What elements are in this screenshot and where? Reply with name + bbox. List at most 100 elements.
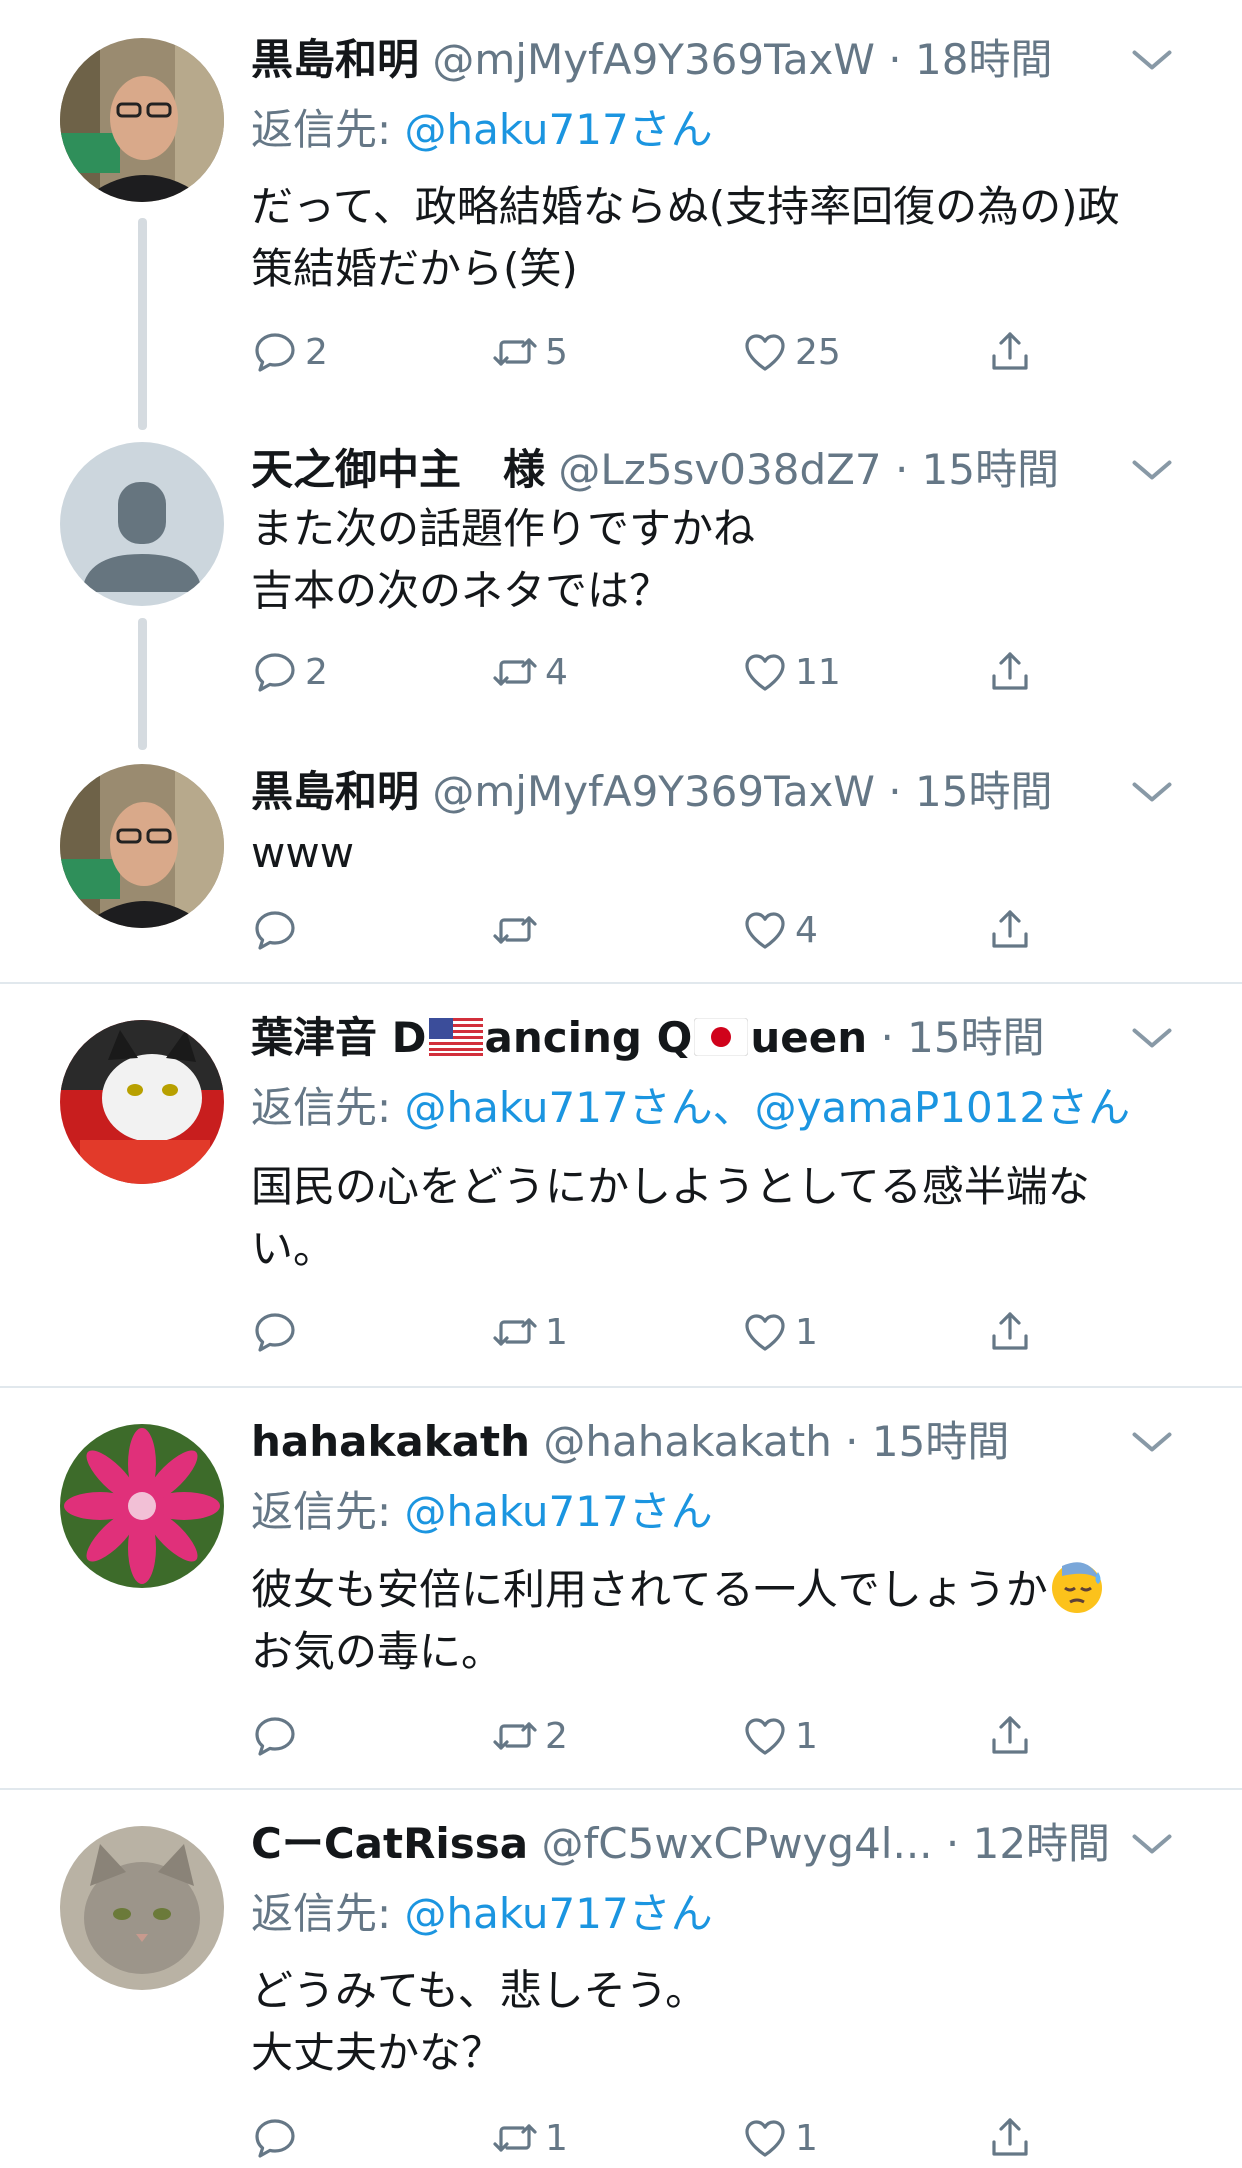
share-button[interactable] [986, 642, 1034, 702]
reply-button[interactable] [251, 1302, 305, 1362]
timestamp[interactable]: 12時間 [973, 1819, 1110, 1868]
avatar-image [60, 1020, 224, 1184]
tweet-6[interactable]: CーCatRissa @fC5wxCPwyg4l... · 12時間 返信先: … [0, 1790, 1242, 2159]
like-button[interactable]: 1 [741, 2108, 818, 2168]
avatar-kuroshima[interactable] [60, 764, 224, 928]
retweet-icon [491, 1712, 539, 1760]
timestamp[interactable]: 15時間 [907, 1013, 1044, 1062]
reply-to-link[interactable]: @haku717さん [405, 1889, 713, 1938]
share-button[interactable] [986, 900, 1034, 960]
reply-to-prefix: 返信先: [251, 1889, 405, 1938]
default-profile-icon [60, 442, 224, 606]
retweet-button[interactable]: 5 [491, 322, 568, 382]
display-name[interactable]: 黒島和明 [251, 35, 419, 84]
like-button[interactable]: 1 [741, 1302, 818, 1362]
chevron-down-icon[interactable] [1122, 30, 1182, 90]
avatar-flower[interactable] [60, 1424, 224, 1588]
reply-to-link[interactable]: @haku717さん [405, 1487, 713, 1536]
avatar-cat-grey[interactable] [60, 1826, 224, 1990]
like-button[interactable]: 11 [741, 642, 841, 702]
tweet-actions: 2 4 11 [251, 642, 1151, 702]
heart-icon [741, 1712, 789, 1760]
tweet-5[interactable]: hahakakath @hahakakath · 15時間 返信先: @haku… [0, 1388, 1242, 1788]
tweet-text: どうみても、悲しそう。 大丈夫かな？ [251, 1966, 708, 2077]
tweet-1[interactable]: 黒島和明 @mjMyfA9Y369TaxW · 18時間 返信先: @haku7… [0, 0, 1242, 430]
timestamp[interactable]: 15時間 [915, 767, 1052, 816]
display-name-part: ueen [750, 1013, 868, 1062]
reply-to: 返信先: @haku717さん [251, 1482, 713, 1542]
chevron-down-icon[interactable] [1122, 1814, 1182, 1874]
share-button[interactable] [986, 322, 1034, 382]
retweet-button[interactable]: 1 [491, 2108, 568, 2168]
user-handle[interactable]: @mjMyfA9Y369TaxW [432, 35, 875, 84]
tweet-header: 黒島和明 @mjMyfA9Y369TaxW · 18時間 [251, 30, 1182, 90]
share-icon [986, 1712, 1034, 1760]
heart-icon [741, 1308, 789, 1356]
display-name-part: 葉津音 D [251, 1013, 427, 1062]
timestamp[interactable]: 15時間 [872, 1417, 1009, 1466]
separator-dot: · [932, 1819, 973, 1868]
reply-button[interactable]: 2 [251, 642, 328, 702]
reply-button[interactable] [251, 900, 305, 960]
reply-to-link[interactable]: @haku717さん、@yamaP1012さん [405, 1083, 1131, 1132]
retweet-button[interactable]: 1 [491, 1302, 568, 1362]
chevron-down-icon[interactable] [1122, 1412, 1182, 1472]
display-name[interactable]: CーCatRissa [251, 1819, 528, 1868]
retweet-count: 1 [545, 2117, 568, 2159]
reply-button[interactable]: 2 [251, 322, 328, 382]
tweet-3[interactable]: 黒島和明 @mjMyfA9Y369TaxW · 15時間 www 4 [0, 750, 1242, 982]
chevron-down-icon[interactable] [1122, 762, 1182, 822]
like-button[interactable]: 25 [741, 322, 841, 382]
display-name[interactable]: 黒島和明 [251, 767, 419, 816]
display-name[interactable]: hahakakath [251, 1417, 530, 1466]
avatar-default[interactable] [60, 442, 224, 606]
avatar-kuroshima[interactable] [60, 38, 224, 202]
share-button[interactable] [986, 1706, 1034, 1766]
separator-dot: · [867, 1013, 908, 1062]
separator-dot: · [874, 767, 915, 816]
retweet-button[interactable]: 4 [491, 642, 568, 702]
tweet-header: hahakakath @hahakakath · 15時間 [251, 1412, 1182, 1472]
user-handle[interactable]: @hahakakath [543, 1417, 831, 1466]
tweet-2[interactable]: 天之御中主 様 @Lz5sv038dZ7 · 15時間 また次の話題作りですかね… [0, 430, 1242, 750]
retweet-icon [491, 328, 539, 376]
tweet-actions: 1 1 [251, 2108, 1151, 2168]
chevron-down-icon[interactable] [1122, 1008, 1182, 1068]
reply-button[interactable] [251, 1706, 305, 1766]
retweet-button[interactable]: 2 [491, 1706, 568, 1766]
share-button[interactable] [986, 1302, 1034, 1362]
chevron-down-icon[interactable] [1122, 440, 1182, 500]
avatar-image [60, 1826, 224, 1990]
tweet-actions: 2 1 [251, 1706, 1151, 1766]
tweet-header: 黒島和明 @mjMyfA9Y369TaxW · 15時間 [251, 762, 1182, 822]
share-icon [986, 1308, 1034, 1356]
reply-to-prefix: 返信先: [251, 105, 405, 154]
timestamp[interactable]: 18時間 [915, 35, 1052, 84]
retweet-icon [491, 2114, 539, 2162]
tweet-text: だって、政略結婚ならぬ(支持率回復の為の)政 策結婚だから(笑) [251, 182, 1120, 293]
user-handle[interactable]: @mjMyfA9Y369TaxW [432, 767, 875, 816]
share-button[interactable] [986, 2108, 1034, 2168]
like-button[interactable]: 1 [741, 1706, 818, 1766]
reply-to-link[interactable]: @haku717さん [405, 105, 713, 154]
us-flag-icon [428, 1018, 483, 1056]
user-handle[interactable]: @Lz5sv038dZ7 [558, 445, 881, 494]
reply-icon [251, 328, 299, 376]
heart-icon [741, 328, 789, 376]
avatar-image [60, 38, 224, 202]
retweet-button[interactable] [491, 900, 545, 960]
retweet-count: 1 [545, 1311, 568, 1353]
reply-button[interactable] [251, 2108, 305, 2168]
avatar-cat-red[interactable] [60, 1020, 224, 1184]
like-count: 4 [795, 909, 818, 951]
like-button[interactable]: 4 [741, 900, 818, 960]
display-name[interactable]: 天之御中主 様 [251, 445, 545, 494]
retweet-count: 2 [545, 1715, 568, 1757]
tweet-4[interactable]: 葉津音 D ancing Q ueen · 15時間 返信先: @haku717さん… [0, 984, 1242, 1386]
tweet-text: 彼女も安倍に利用されてる一人でしょうか お気の毒に。 [251, 1558, 1191, 1683]
reply-count: 2 [305, 331, 328, 373]
timestamp[interactable]: 15時間 [922, 445, 1059, 494]
retweet-icon [491, 1308, 539, 1356]
display-name[interactable]: 葉津音 D ancing Q ueen [251, 1013, 867, 1062]
user-handle[interactable]: @fC5wxCPwyg4l... [542, 1819, 933, 1868]
